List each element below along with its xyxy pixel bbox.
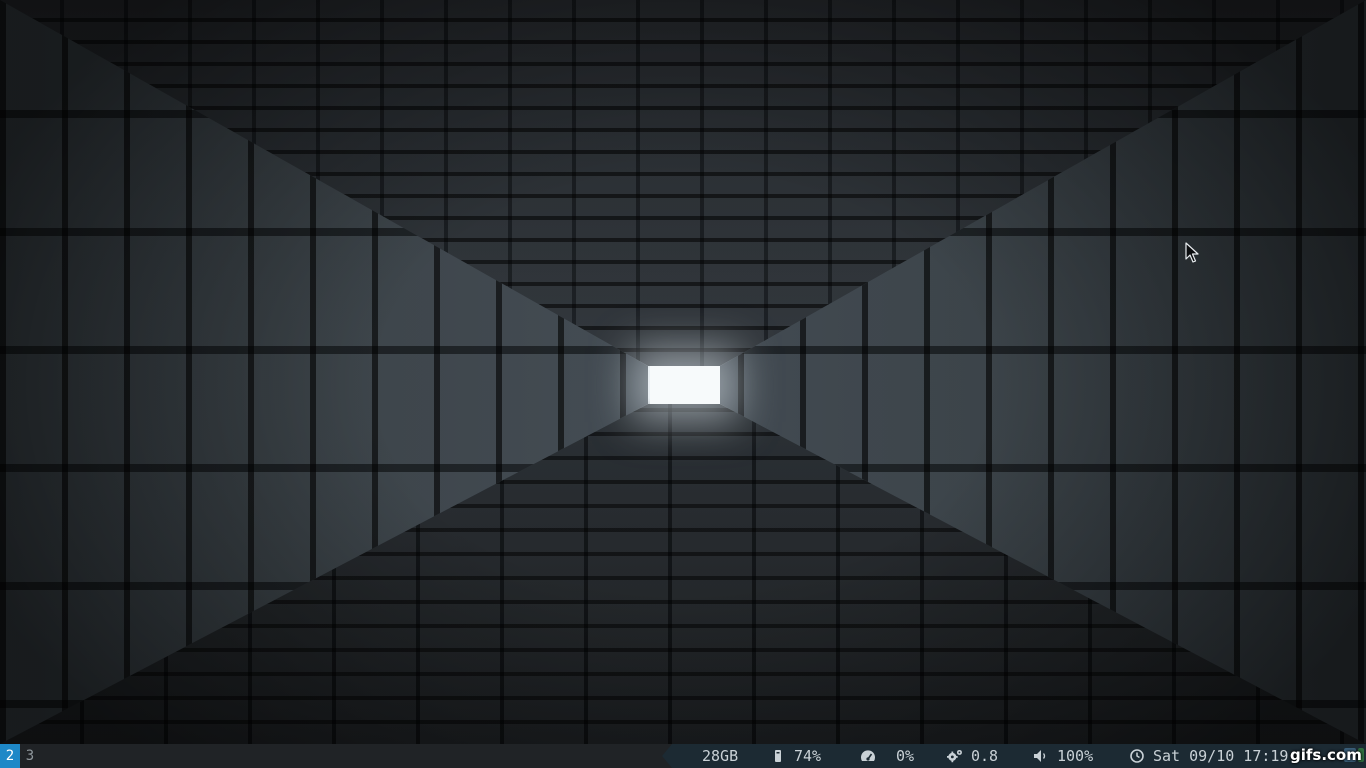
cpu-block[interactable]: 0%: [860, 744, 914, 768]
speedometer-icon: [860, 748, 876, 764]
disk-usage-value: 28GB: [702, 747, 739, 765]
speaker-icon: [1033, 748, 1049, 764]
memory-block[interactable]: 74%: [770, 744, 821, 768]
desktop-wallpaper: [0, 0, 1366, 744]
gifs-watermark: gifs.com: [1290, 746, 1362, 764]
workspace-switcher: 2 3: [0, 744, 40, 768]
gears-icon: [947, 748, 963, 764]
wallpaper-vignette: [0, 0, 1366, 744]
volume-value: 100%: [1057, 747, 1094, 765]
load-block[interactable]: 0.8: [947, 744, 998, 768]
workspace-button-3[interactable]: 3: [20, 744, 40, 768]
clock-value: Sat 09/10 17:19: [1153, 747, 1289, 765]
clock-icon: [1129, 748, 1145, 764]
status-blocks: 28GB 74% 0% 0.8 100% Sat 09/10 17:19: [662, 744, 1366, 768]
memory-icon: [770, 748, 786, 764]
cpu-usage-value: 0%: [896, 747, 915, 765]
load-average-value: 0.8: [971, 747, 999, 765]
mouse-cursor-icon: [1185, 242, 1199, 263]
disk-block[interactable]: 28GB: [702, 744, 738, 768]
memory-usage-value: 74%: [794, 747, 822, 765]
status-blocks-arrow: [662, 744, 672, 768]
clock-block[interactable]: Sat 09/10 17:19: [1129, 744, 1288, 768]
status-bar: 2 3 28GB 74% 0% 0.8 100% Sat 09/10 17:19…: [0, 744, 1366, 768]
workspace-button-2[interactable]: 2: [0, 744, 20, 768]
volume-block[interactable]: 100%: [1033, 744, 1093, 768]
